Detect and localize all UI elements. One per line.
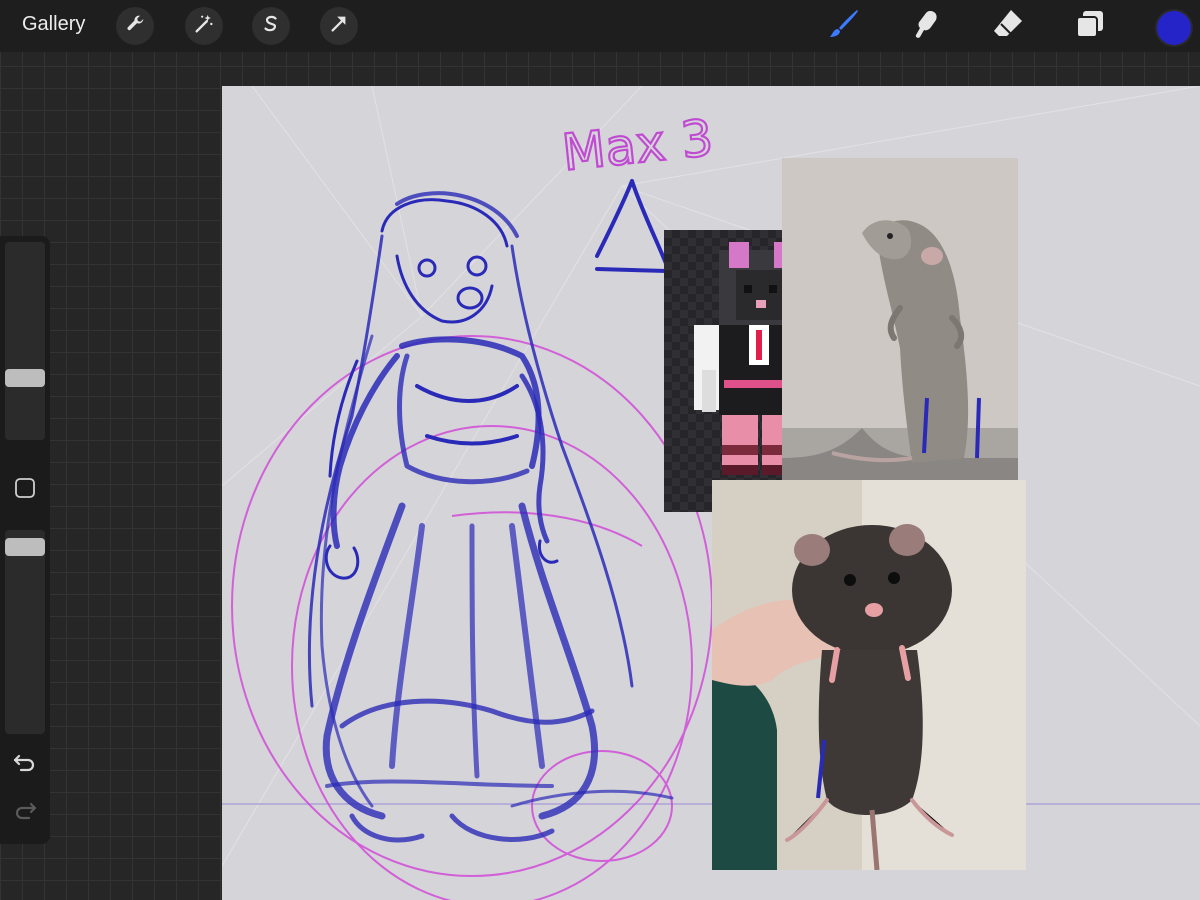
opacity-thumb[interactable] <box>5 538 45 556</box>
eraser-icon <box>991 7 1025 46</box>
actions-button[interactable] <box>116 7 154 45</box>
layers-button[interactable] <box>1070 6 1110 46</box>
transform-button[interactable] <box>320 7 358 45</box>
magic-wand-icon <box>193 13 215 40</box>
reference-image-dark-rat[interactable] <box>712 480 1026 870</box>
arrow-transform-icon <box>328 13 350 40</box>
modify-button[interactable] <box>13 477 37 504</box>
undo-button[interactable] <box>10 750 40 780</box>
color-picker-button[interactable] <box>1155 9 1193 47</box>
drawing-canvas[interactable]: Max 3 <box>222 86 1200 900</box>
selection-s-icon <box>260 13 282 40</box>
brush-icon <box>827 7 861 46</box>
selection-button[interactable] <box>252 7 290 45</box>
handwritten-label: Max 3 <box>559 109 715 182</box>
reference-image-grey-rat[interactable] <box>782 158 1018 480</box>
smudge-icon <box>910 8 942 45</box>
left-sidebar <box>0 236 50 844</box>
wrench-icon <box>124 13 146 40</box>
layers-icon <box>1074 8 1106 45</box>
eraser-button[interactable] <box>988 6 1028 46</box>
redo-button[interactable] <box>10 798 40 828</box>
top-toolbar: Gallery <box>0 0 1200 52</box>
redo-icon <box>12 800 38 827</box>
brush-size-thumb[interactable] <box>5 369 45 387</box>
square-icon <box>14 477 36 504</box>
undo-icon <box>12 752 38 779</box>
adjustments-button[interactable] <box>185 7 223 45</box>
smudge-button[interactable] <box>906 6 946 46</box>
paint-brush-button[interactable] <box>824 6 864 46</box>
opacity-slider[interactable] <box>5 530 45 734</box>
gallery-button[interactable]: Gallery <box>22 13 85 36</box>
brush-size-slider[interactable] <box>5 242 45 440</box>
